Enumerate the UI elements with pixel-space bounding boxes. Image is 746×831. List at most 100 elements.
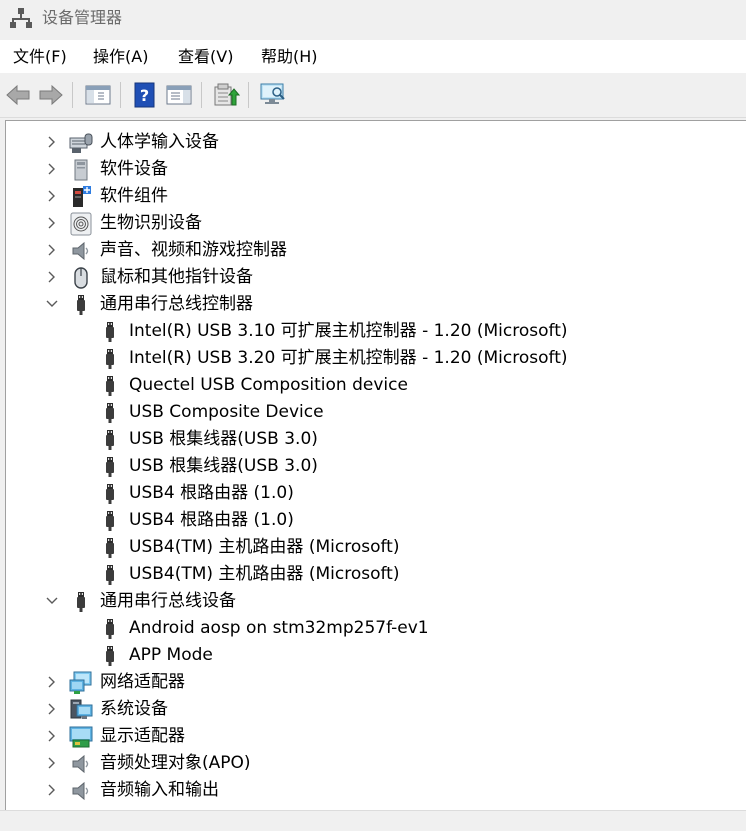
- properties-icon[interactable]: [165, 81, 193, 109]
- tree-node-label: Intel(R) USB 3.10 可扩展主机控制器 - 1.20 (Micro…: [129, 321, 568, 341]
- chevron-right-icon[interactable]: [44, 674, 60, 690]
- chevron-right-icon[interactable]: [44, 242, 60, 258]
- tree-node-label: USB4 根路由器 (1.0): [129, 483, 294, 503]
- chevron-right-icon[interactable]: [44, 269, 60, 285]
- tree-node-label: 生物识别设备: [100, 213, 202, 233]
- device-manager-app-icon: [10, 8, 32, 28]
- hid-icon: [69, 131, 93, 155]
- usb-icon: [98, 374, 122, 398]
- toolbar-separator: [72, 82, 73, 108]
- tree-node-label: 人体学输入设备: [100, 132, 219, 152]
- tree-category[interactable]: 声音、视频和游戏控制器: [6, 237, 746, 264]
- forward-icon[interactable]: [37, 81, 65, 109]
- usb-icon: [98, 536, 122, 560]
- tree-category[interactable]: 系统设备: [6, 696, 746, 723]
- usb-icon: [98, 617, 122, 641]
- tree-node-label: APP Mode: [129, 645, 213, 665]
- tree-category[interactable]: 鼠标和其他指针设备: [6, 264, 746, 291]
- menu-bar: 文件(F) 操作(A) 查看(V) 帮助(H): [0, 40, 746, 73]
- usb-icon: [98, 401, 122, 425]
- chevron-down-icon[interactable]: [44, 296, 60, 312]
- window-title: 设备管理器: [42, 8, 123, 27]
- usb-icon: [98, 644, 122, 668]
- tree-category[interactable]: 生物识别设备: [6, 210, 746, 237]
- display-adapter-icon: [69, 725, 93, 749]
- toolbar: ?: [0, 73, 746, 118]
- tree-node-label: USB4(TM) 主机路由器 (Microsoft): [129, 564, 400, 584]
- tree-node-label: 软件组件: [100, 186, 168, 206]
- usb-icon: [98, 347, 122, 371]
- tree-device[interactable]: Android aosp on stm32mp257f-ev1: [6, 615, 746, 642]
- chevron-right-icon[interactable]: [44, 728, 60, 744]
- tree-node-label: 通用串行总线设备: [100, 591, 236, 611]
- tree-node-label: Quectel USB Composition device: [129, 375, 408, 395]
- software-component-icon: [69, 185, 93, 209]
- network-adapter-icon: [69, 671, 93, 695]
- tree-device[interactable]: USB4 根路由器 (1.0): [6, 507, 746, 534]
- title-bar: 设备管理器: [0, 0, 746, 38]
- chevron-right-icon[interactable]: [44, 701, 60, 717]
- tree-category[interactable]: 网络适配器: [6, 669, 746, 696]
- tree-node-label: 系统设备: [100, 699, 168, 719]
- tree-device[interactable]: USB Composite Device: [6, 399, 746, 426]
- help-icon[interactable]: ?: [131, 81, 159, 109]
- tree-device[interactable]: USB4 根路由器 (1.0): [6, 480, 746, 507]
- usb-icon: [98, 455, 122, 479]
- menu-help[interactable]: 帮助(H): [261, 46, 318, 68]
- tree-category[interactable]: 显示适配器: [6, 723, 746, 750]
- show-hide-console-tree-icon[interactable]: [84, 81, 112, 109]
- tree-category[interactable]: 软件设备: [6, 156, 746, 183]
- speaker-icon: [69, 239, 93, 263]
- tree-device[interactable]: USB 根集线器(USB 3.0): [6, 453, 746, 480]
- usb-icon: [98, 482, 122, 506]
- tree-category[interactable]: 通用串行总线控制器: [6, 291, 746, 318]
- tree-device[interactable]: USB4(TM) 主机路由器 (Microsoft): [6, 534, 746, 561]
- tree-node-label: 声音、视频和游戏控制器: [100, 240, 287, 260]
- mouse-icon: [69, 266, 93, 290]
- toolbar-separator: [248, 82, 249, 108]
- tree-node-label: 音频输入和输出: [100, 780, 219, 800]
- chevron-down-icon[interactable]: [44, 593, 60, 609]
- chevron-right-icon[interactable]: [44, 134, 60, 150]
- menu-view[interactable]: 查看(V): [178, 46, 233, 68]
- tree-device[interactable]: Intel(R) USB 3.20 可扩展主机控制器 - 1.20 (Micro…: [6, 345, 746, 372]
- chevron-right-icon[interactable]: [44, 755, 60, 771]
- tree-category[interactable]: 软件组件: [6, 183, 746, 210]
- svg-text:?: ?: [140, 86, 149, 105]
- usb-icon: [69, 293, 93, 317]
- tree-node-label: 通用串行总线控制器: [100, 294, 253, 314]
- tree-node-label: USB 根集线器(USB 3.0): [129, 429, 318, 449]
- usb-icon: [98, 563, 122, 587]
- tree-node-label: Android aosp on stm32mp257f-ev1: [129, 618, 429, 638]
- tree-category[interactable]: 通用串行总线设备: [6, 588, 746, 615]
- tree-node-label: USB Composite Device: [129, 402, 324, 422]
- update-driver-icon[interactable]: [212, 81, 240, 109]
- device-tree: 人体学输入设备软件设备软件组件生物识别设备声音、视频和游戏控制器 鼠标和其他指针设…: [6, 121, 746, 811]
- speaker-icon: [69, 779, 93, 803]
- tree-node-label: 鼠标和其他指针设备: [100, 267, 253, 287]
- toolbar-separator: [120, 82, 121, 108]
- tree-node-label: Intel(R) USB 3.20 可扩展主机控制器 - 1.20 (Micro…: [129, 348, 568, 368]
- tree-node-label: 网络适配器: [100, 672, 185, 692]
- back-icon[interactable]: [4, 81, 32, 109]
- tree-device[interactable]: APP Mode: [6, 642, 746, 669]
- chevron-right-icon[interactable]: [44, 161, 60, 177]
- tree-category[interactable]: 音频输入和输出: [6, 777, 746, 804]
- scan-hardware-icon[interactable]: [259, 81, 287, 109]
- tree-device[interactable]: Quectel USB Composition device: [6, 372, 746, 399]
- chevron-right-icon[interactable]: [44, 782, 60, 798]
- tree-device[interactable]: Intel(R) USB 3.10 可扩展主机控制器 - 1.20 (Micro…: [6, 318, 746, 345]
- menu-file[interactable]: 文件(F): [13, 46, 67, 68]
- usb-icon: [98, 320, 122, 344]
- chevron-right-icon[interactable]: [44, 188, 60, 204]
- tree-category[interactable]: 人体学输入设备: [6, 129, 746, 156]
- system-device-icon: [69, 698, 93, 722]
- tree-device[interactable]: USB4(TM) 主机路由器 (Microsoft): [6, 561, 746, 588]
- tree-node-label: USB 根集线器(USB 3.0): [129, 456, 318, 476]
- tree-device[interactable]: USB 根集线器(USB 3.0): [6, 426, 746, 453]
- menu-action[interactable]: 操作(A): [93, 46, 148, 68]
- chevron-right-icon[interactable]: [44, 215, 60, 231]
- tree-category[interactable]: 音频处理对象(APO): [6, 750, 746, 777]
- tree-node-label: 音频处理对象(APO): [100, 753, 251, 773]
- fingerprint-icon: [69, 212, 93, 236]
